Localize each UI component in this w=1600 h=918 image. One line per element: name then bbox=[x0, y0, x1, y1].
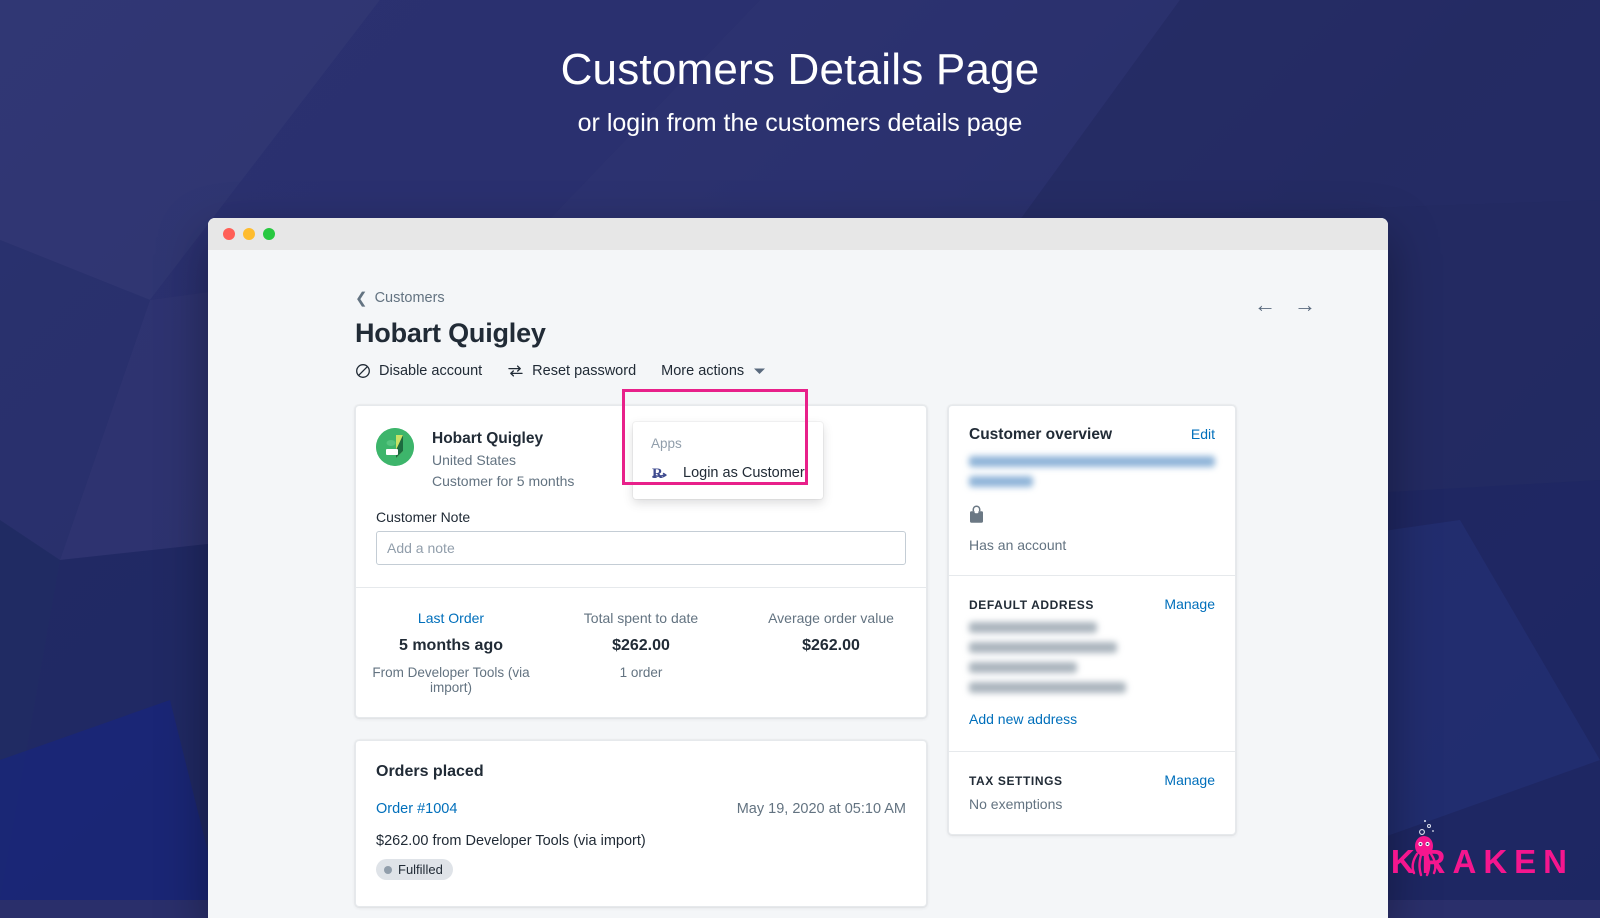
customer-overview-header: Customer overview Edit bbox=[969, 426, 1215, 444]
account-status-text: Has an account bbox=[969, 537, 1215, 553]
arrow-left-icon[interactable]: ← bbox=[1254, 294, 1276, 316]
customer-note-input[interactable] bbox=[376, 531, 906, 565]
status-badge: Fulfilled bbox=[376, 859, 453, 880]
tax-settings-header: TAX SETTINGS Manage bbox=[969, 772, 1215, 788]
sidebar-column: Customer overview Edit bbox=[948, 405, 1236, 835]
dropdown-section-title: Apps bbox=[633, 428, 823, 455]
manage-tax-link[interactable]: Manage bbox=[1164, 772, 1215, 788]
customer-stats: Last Order 5 months ago From Developer T… bbox=[356, 588, 926, 717]
stat-suffix: From Developer Tools (via import) bbox=[362, 665, 540, 695]
reset-password-button[interactable]: Reset password bbox=[507, 363, 636, 379]
window-minimize-button[interactable] bbox=[243, 228, 255, 240]
chevron-left-icon: ❮ bbox=[355, 291, 368, 306]
disable-account-label: Disable account bbox=[379, 363, 482, 379]
orders-placed-card: Orders placed Order #1004 May 19, 2020 a… bbox=[355, 740, 927, 907]
headline-title: Customers Details Page bbox=[0, 44, 1600, 96]
order-amount: $262.00 from Developer Tools (via import… bbox=[376, 833, 906, 849]
record-pagination: ← → bbox=[1254, 294, 1316, 316]
stat-label: Total spent to date bbox=[552, 608, 730, 629]
table-row: Order #1004 May 19, 2020 at 05:10 AM $26… bbox=[376, 801, 906, 880]
customer-avatar bbox=[376, 428, 414, 466]
order-link[interactable]: Order #1004 bbox=[376, 801, 457, 817]
window-close-button[interactable] bbox=[223, 228, 235, 240]
page-title: Hobart Quigley bbox=[355, 318, 1316, 349]
breadcrumb[interactable]: ❮ Customers bbox=[355, 290, 1316, 306]
tax-settings-section: TAX SETTINGS Manage No exemptions bbox=[949, 752, 1235, 834]
customer-note-label: Customer Note bbox=[376, 509, 906, 525]
reset-password-label: Reset password bbox=[532, 363, 636, 379]
arrow-right-icon[interactable]: → bbox=[1294, 294, 1316, 316]
page-columns: Hobart Quigley United States Customer fo… bbox=[355, 405, 1316, 907]
stat-label: Average order value bbox=[742, 608, 920, 629]
headline-subtitle: or login from the customers details page bbox=[0, 108, 1600, 138]
order-row-head: Order #1004 May 19, 2020 at 05:10 AM bbox=[376, 801, 906, 817]
svg-text:R: R bbox=[652, 466, 663, 482]
stat-suffix: 1 order bbox=[552, 665, 730, 680]
default-address-title: DEFAULT ADDRESS bbox=[969, 598, 1094, 612]
chevron-down-icon bbox=[754, 367, 765, 375]
stat-value: 5 months ago bbox=[362, 637, 540, 655]
more-actions-dropdown: Apps R Login as Customer bbox=[633, 422, 823, 499]
customer-note-section: Customer Note bbox=[356, 491, 926, 587]
menu-item-label: Login as Customer bbox=[683, 465, 805, 481]
default-address-section: DEFAULT ADDRESS Manage Add new address bbox=[949, 576, 1235, 751]
window-maximize-button[interactable] bbox=[263, 228, 275, 240]
customer-overview-title: Customer overview bbox=[969, 426, 1112, 444]
breadcrumb-label: Customers bbox=[375, 290, 445, 306]
tax-settings-title: TAX SETTINGS bbox=[969, 774, 1063, 788]
customer-email-redacted bbox=[969, 456, 1215, 487]
reset-exchange-arrows-icon bbox=[507, 363, 524, 379]
stat-value: $262.00 bbox=[552, 637, 730, 655]
default-address-redacted bbox=[969, 622, 1215, 693]
sidebar-card: Customer overview Edit bbox=[948, 405, 1236, 835]
default-address-header: DEFAULT ADDRESS Manage bbox=[969, 596, 1215, 612]
hero-headline: Customers Details Page or login from the… bbox=[0, 44, 1600, 138]
menu-item-login-as-customer[interactable]: R Login as Customer bbox=[633, 455, 823, 491]
tax-settings-value: No exemptions bbox=[969, 796, 1215, 812]
stat-total-spent: Total spent to date $262.00 1 order bbox=[546, 608, 736, 695]
page-content: ❮ Customers ← → Hobart Quigley Disable a… bbox=[208, 250, 1388, 918]
more-actions-label: More actions bbox=[661, 363, 744, 379]
manage-address-link[interactable]: Manage bbox=[1164, 596, 1215, 612]
order-date: May 19, 2020 at 05:10 AM bbox=[737, 801, 906, 817]
action-bar: Disable account Reset password More acti… bbox=[355, 363, 1316, 379]
status-dot-icon bbox=[384, 866, 392, 874]
browser-window: ❮ Customers ← → Hobart Quigley Disable a… bbox=[208, 218, 1388, 918]
more-actions-button[interactable]: More actions bbox=[661, 363, 765, 379]
browser-titlebar bbox=[208, 218, 1388, 250]
account-lock-icon bbox=[969, 505, 1215, 529]
orders-title: Orders placed bbox=[376, 763, 906, 781]
stat-average-order-value: Average order value $262.00 bbox=[736, 608, 926, 695]
stat-value: $262.00 bbox=[742, 637, 920, 655]
add-new-address-link[interactable]: Add new address bbox=[969, 711, 1077, 727]
stat-label[interactable]: Last Order bbox=[362, 608, 540, 629]
customer-meta: Hobart Quigley United States Customer fo… bbox=[432, 428, 574, 491]
edit-link[interactable]: Edit bbox=[1191, 426, 1215, 442]
login-as-customer-app-icon: R bbox=[651, 464, 669, 482]
kraken-wordmark: KRAKEN bbox=[1391, 845, 1574, 878]
customer-country: United States bbox=[432, 450, 574, 470]
bubbles-icon bbox=[1417, 811, 1439, 844]
customer-tenure: Customer for 5 months bbox=[432, 471, 574, 491]
disable-account-button[interactable]: Disable account bbox=[355, 363, 482, 379]
customer-name: Hobart Quigley bbox=[432, 428, 574, 450]
customer-overview-section: Customer overview Edit bbox=[949, 406, 1235, 575]
kraken-logo: KRAKEN bbox=[1391, 845, 1574, 878]
disable-circle-slash-icon bbox=[355, 363, 371, 379]
stat-last-order: Last Order 5 months ago From Developer T… bbox=[356, 608, 546, 695]
status-badge-label: Fulfilled bbox=[398, 862, 443, 877]
